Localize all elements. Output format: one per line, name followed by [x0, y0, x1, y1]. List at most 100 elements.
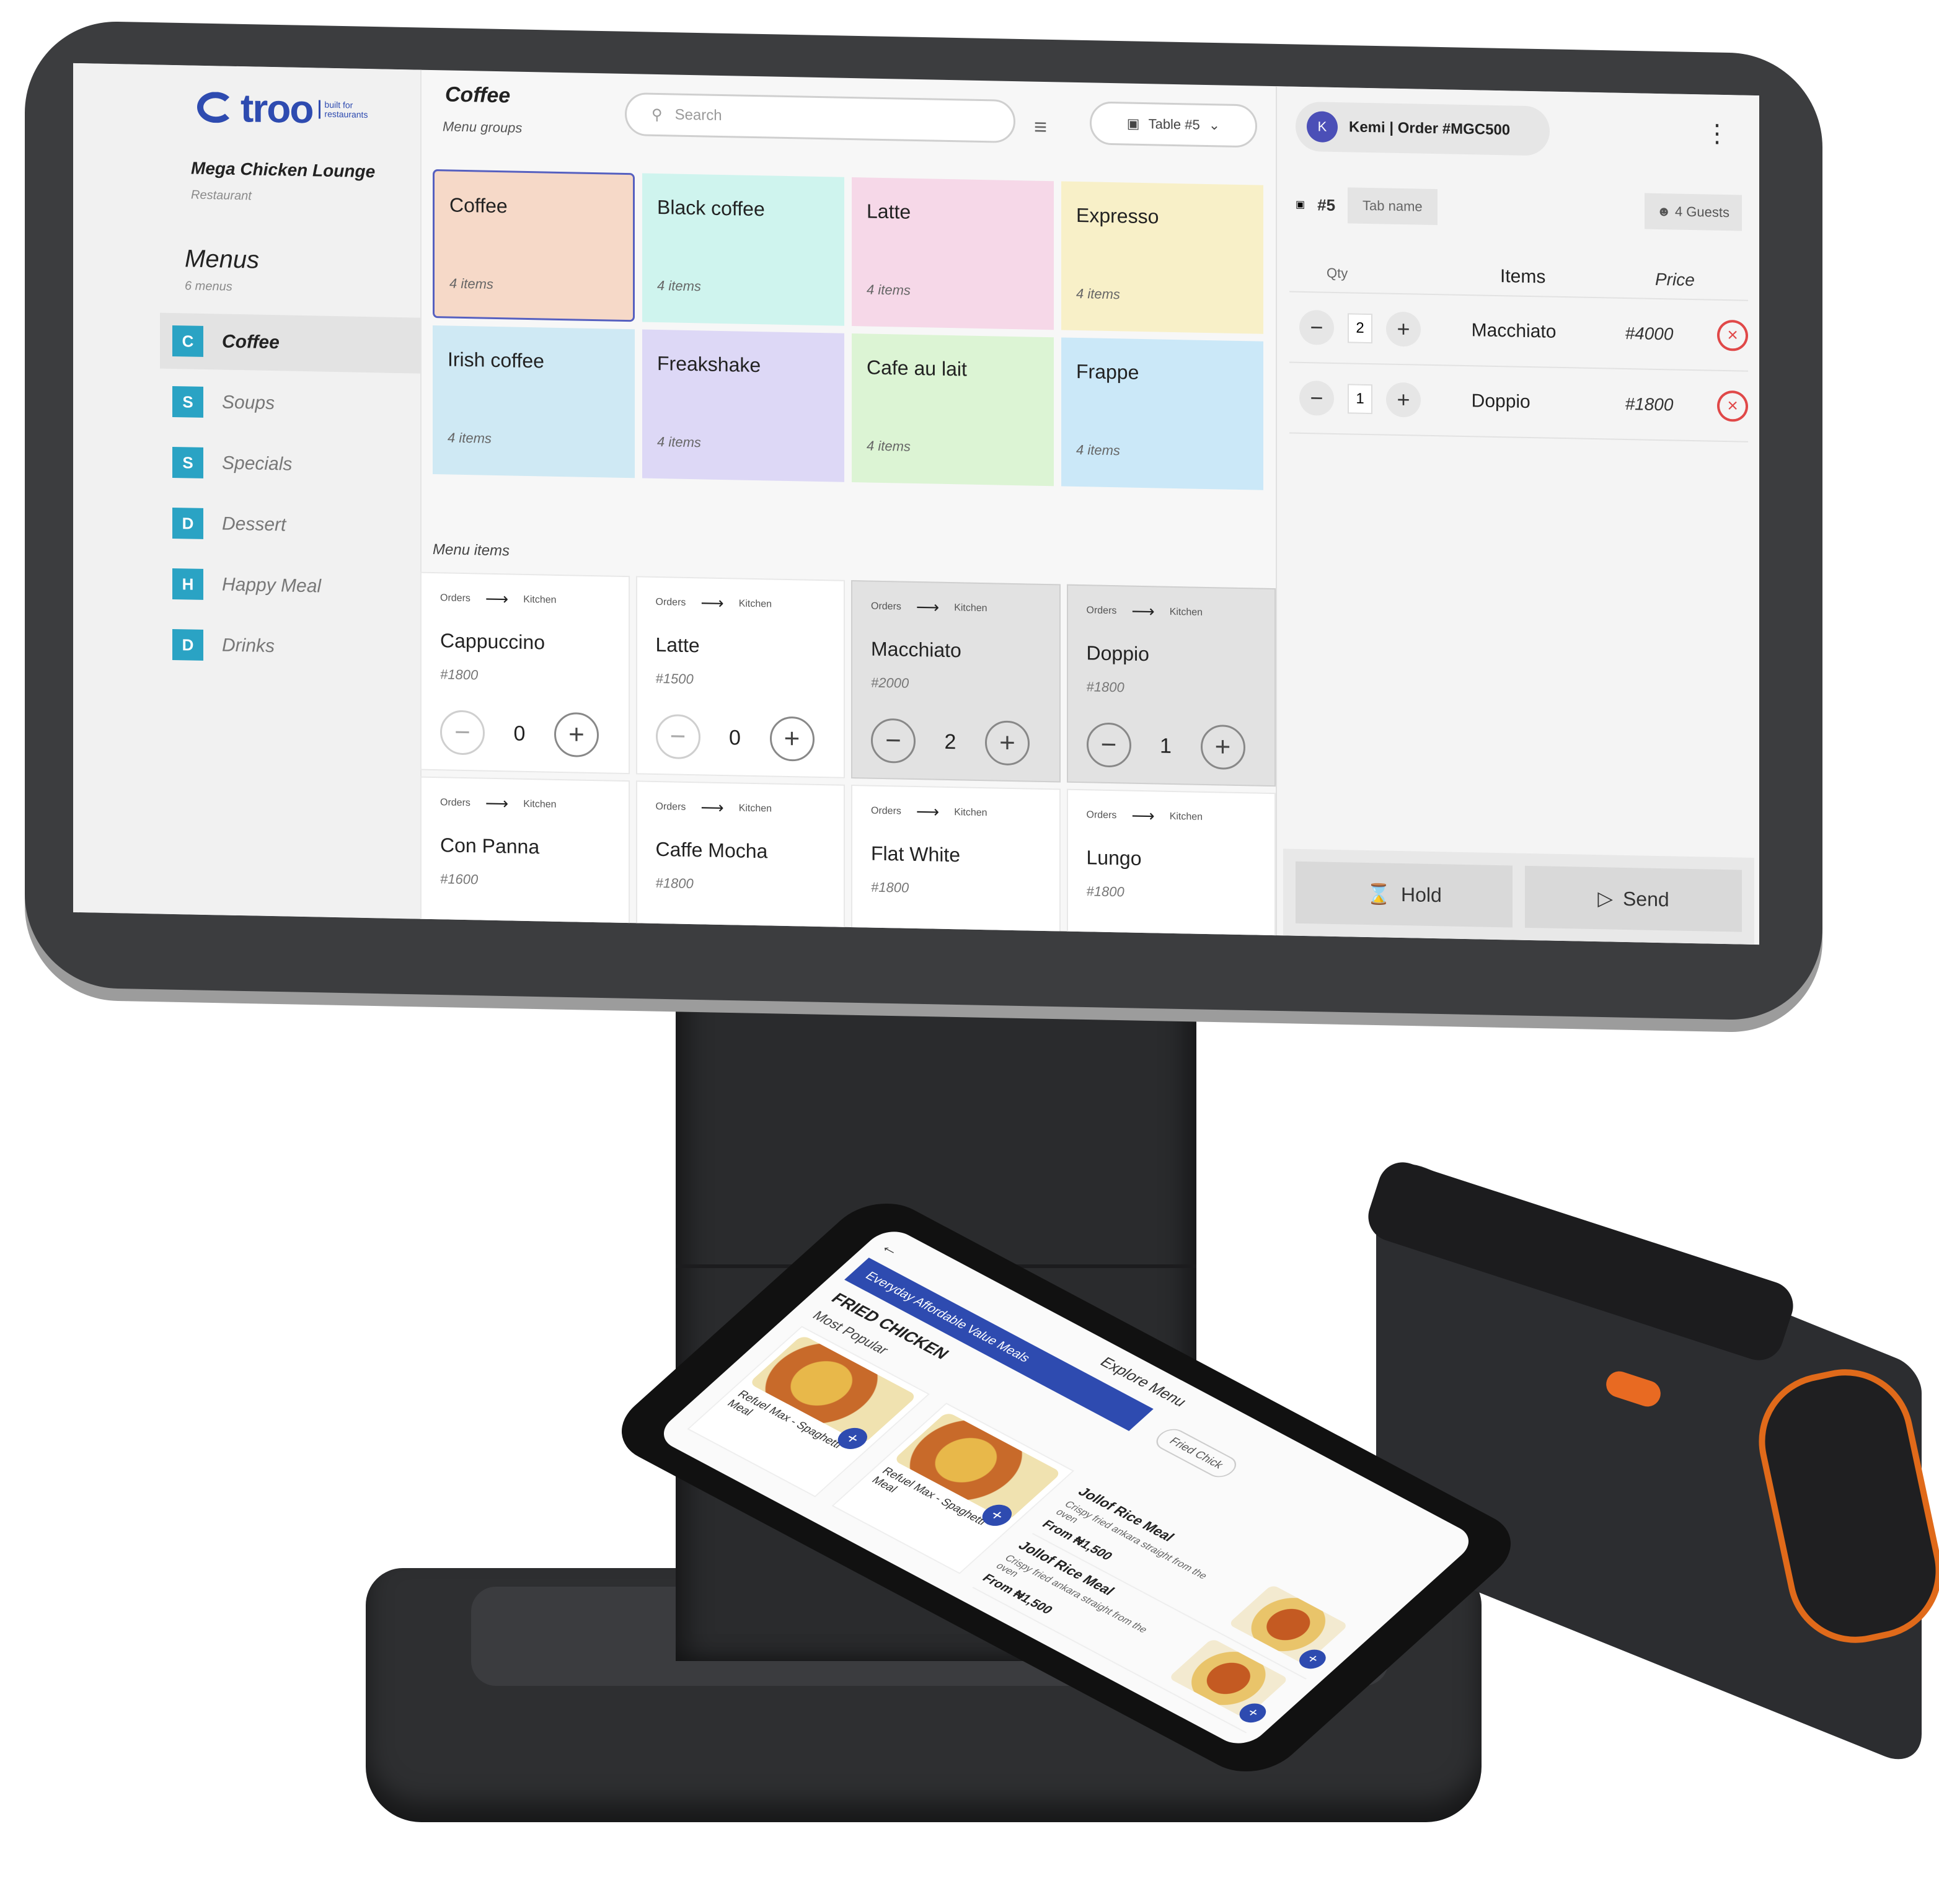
- flow-to-label: Kitchen: [954, 806, 987, 818]
- handheld-screen: ← Explore Menu Everyday Affordable Value…: [653, 1224, 1480, 1751]
- menu-item-card[interactable]: Orders ⟶ Kitchen Flat White #1800: [851, 784, 1061, 945]
- menu-group-card[interactable]: Freakshake 4 items: [642, 329, 844, 482]
- menu-group-count: 4 items: [1076, 285, 1120, 302]
- decrement-button[interactable]: −: [1299, 309, 1334, 345]
- decrement-button[interactable]: −: [655, 713, 700, 760]
- sidebar-item-soups[interactable]: S Soups: [160, 374, 420, 434]
- category-label: Dessert: [222, 513, 286, 536]
- send-label: Send: [1622, 887, 1669, 910]
- menu-item-card[interactable]: Orders ⟶ Kitchen Caffe Mocha #1800: [635, 780, 845, 945]
- order-flow: Orders ⟶ Kitchen: [656, 797, 772, 819]
- flow-from-label: Orders: [1086, 809, 1117, 821]
- menu-group-card[interactable]: Coffee 4 items: [433, 169, 635, 322]
- items-header: Items: [1500, 266, 1546, 288]
- menu-group-name: Latte: [867, 200, 911, 223]
- order-flow: Orders ⟶ Kitchen: [656, 593, 772, 614]
- category-badge: D: [172, 628, 203, 661]
- decrement-button[interactable]: −: [1299, 380, 1334, 416]
- menu-item-name: Con Panna: [440, 834, 540, 858]
- arrow-right-icon: ⟶: [1131, 601, 1155, 621]
- menu-item-name: Caffe Mocha: [655, 837, 768, 863]
- guests-icon: ☻: [1656, 203, 1671, 219]
- back-arrow-icon[interactable]: ←: [876, 1237, 906, 1259]
- menu-group-name: Frappe: [1076, 359, 1139, 384]
- hold-button[interactable]: ⌛ Hold: [1296, 861, 1513, 928]
- menu-item-name: Macchiato: [871, 637, 961, 662]
- decrement-button[interactable]: −: [1086, 722, 1131, 768]
- arrow-right-icon: ⟶: [485, 793, 509, 813]
- menu-group-card[interactable]: Latte 4 items: [852, 177, 1054, 330]
- decrement-button[interactable]: −: [871, 718, 916, 764]
- row-stepper: − 2 +: [1289, 309, 1472, 348]
- remove-item-icon[interactable]: ×: [1717, 319, 1748, 351]
- increment-button[interactable]: +: [769, 716, 815, 762]
- category-label: Specials: [222, 452, 293, 475]
- sidebar-item-happy-meal[interactable]: H Happy Meal: [160, 556, 420, 617]
- guests-button[interactable]: ☻ 4 Guests: [1644, 193, 1742, 231]
- order-title: Kemi | Order #MGC500: [1349, 118, 1511, 139]
- quantity-value: 2: [944, 729, 956, 754]
- menu-item-card[interactable]: Orders ⟶ Kitchen Con Panna #1600: [420, 776, 630, 945]
- send-button[interactable]: ▷ Send: [1525, 865, 1742, 932]
- menu-item-price: #1800: [1086, 679, 1124, 695]
- quantity-stepper: − 0 +: [655, 713, 815, 762]
- menu-item-card[interactable]: Orders ⟶ Kitchen Lungo #1800: [1066, 788, 1276, 945]
- menu-item-card[interactable]: Orders ⟶ Kitchen Macchiato #2000 − 2 +: [851, 580, 1061, 783]
- order-panel: K Kemi | Order #MGC500 ⋮ ▣ #5 Tab name ☻…: [1276, 86, 1759, 945]
- menu-group-card[interactable]: Expresso 4 items: [1061, 181, 1263, 334]
- sidebar-item-coffee[interactable]: C Coffee: [160, 312, 420, 374]
- menu-item-card[interactable]: Orders ⟶ Kitchen Cappuccino #1800 − 0 +: [420, 571, 630, 775]
- menu-group-card[interactable]: Black coffee 4 items: [642, 173, 844, 326]
- logo-text: troo: [241, 86, 313, 132]
- sidebar-item-drinks[interactable]: D Drinks: [160, 617, 420, 677]
- menu-item-card[interactable]: Orders ⟶ Kitchen Doppio #1800 − 1 +: [1066, 584, 1276, 787]
- order-meta-row: ▣ #5 Tab name ☻ 4 Guests: [1296, 180, 1742, 238]
- table-icon: ▣: [1126, 115, 1140, 131]
- category-chip[interactable]: Fried Chick: [1150, 1425, 1242, 1481]
- arrow-right-icon: ⟶: [916, 597, 940, 617]
- handheld-pos-device: ← Explore Menu Everyday Affordable Value…: [600, 1148, 1939, 1890]
- main-panel: Coffee Menu groups ⚲ Search ≡ ▣ Table #5…: [420, 70, 1276, 945]
- remove-item-icon[interactable]: ×: [1717, 390, 1748, 422]
- menu-item-card[interactable]: Orders ⟶ Kitchen Latte #1500 − 0 +: [635, 576, 845, 778]
- logo-tagline: built for restaurants: [319, 100, 381, 120]
- venue-info: Mega Chicken Lounge Restaurant: [191, 159, 375, 206]
- sidebar-item-dessert[interactable]: D Dessert: [160, 495, 420, 556]
- increment-button[interactable]: +: [1386, 382, 1421, 418]
- menu-group-count: 4 items: [867, 281, 911, 298]
- decrement-button[interactable]: −: [440, 710, 485, 756]
- menu-group-card[interactable]: Cafe au lait 4 items: [852, 333, 1054, 487]
- flow-to-label: Kitchen: [1169, 606, 1203, 618]
- menu-group-count: 4 items: [657, 433, 701, 451]
- pos-screen: troo built for restaurants Mega Chicken …: [73, 63, 1759, 945]
- menu-group-card[interactable]: Irish coffee 4 items: [433, 325, 635, 478]
- increment-button[interactable]: +: [1386, 311, 1421, 347]
- menu-group-card[interactable]: Frappe 4 items: [1061, 337, 1263, 490]
- hourglass-icon: ⌛: [1366, 882, 1392, 906]
- search-icon: ⚲: [651, 106, 663, 123]
- price-header: Price: [1655, 269, 1695, 290]
- search-input[interactable]: ⚲ Search: [625, 92, 1015, 144]
- flow-from-label: Orders: [440, 796, 470, 808]
- menu-groups-grid: Coffee 4 items Black coffee 4 items Latt…: [433, 169, 1263, 490]
- avatar: K: [1307, 111, 1338, 143]
- menu-item-name: Flat White: [871, 842, 961, 866]
- tab-name-field[interactable]: Tab name: [1348, 187, 1438, 226]
- sidebar-item-specials[interactable]: S Specials: [160, 434, 420, 495]
- table-row: − 1 + Doppio #1800 ×: [1289, 363, 1748, 443]
- flow-from-label: Orders: [655, 596, 686, 608]
- flow-from-label: Orders: [440, 592, 470, 604]
- increment-button[interactable]: +: [985, 720, 1030, 766]
- page-subtitle: Menu groups: [443, 118, 523, 136]
- category-badge: S: [172, 446, 203, 478]
- order-flow: Orders ⟶ Kitchen: [440, 793, 557, 814]
- sidebar: troo built for restaurants Mega Chicken …: [73, 63, 422, 919]
- order-header[interactable]: K Kemi | Order #MGC500: [1296, 101, 1550, 156]
- increment-button[interactable]: +: [1200, 724, 1245, 770]
- product-list: Jollof Rice Meal Crispy fried ankara str…: [972, 1480, 1366, 1734]
- table-selector[interactable]: ▣ Table #5 ⌄: [1090, 101, 1257, 148]
- filter-icon[interactable]: ≡: [1034, 114, 1047, 140]
- increment-button[interactable]: +: [554, 712, 599, 758]
- order-items-table: Qty Items Price − 2 + Macchiato #4000 × …: [1289, 253, 1748, 443]
- more-options-icon[interactable]: ⋮: [1705, 119, 1729, 148]
